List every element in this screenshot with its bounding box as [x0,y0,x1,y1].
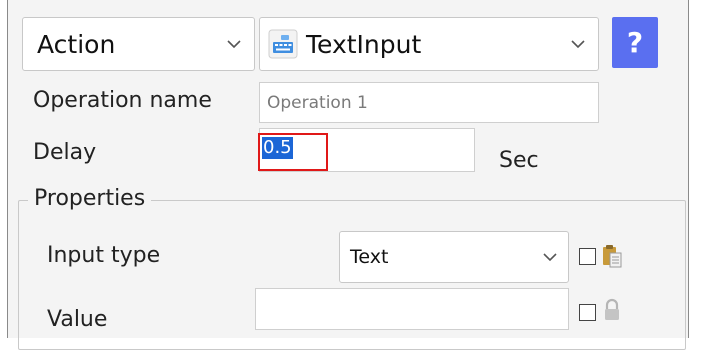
chevron-down-icon [227,40,241,49]
category-dropdown[interactable]: Action [22,17,255,71]
delay-unit-label: Sec [499,148,539,173]
input-type-checkbox[interactable] [579,248,596,265]
lock-icon [605,298,619,320]
clipboard-icon[interactable] [602,244,622,268]
keyboard-icon [268,29,298,59]
input-type-label: Input type [47,243,161,268]
help-button[interactable]: ? [612,17,658,68]
value-checkbox[interactable] [579,304,596,321]
value-input[interactable] [255,288,569,330]
operation-name-label: Operation name [33,88,212,113]
properties-group-title: Properties [28,186,152,211]
delay-value: 0.5 [262,137,293,159]
delay-label: Delay [33,140,97,165]
category-dropdown-value: Action [37,29,116,59]
chevron-down-icon [571,40,585,49]
help-button-label: ? [626,26,644,59]
input-type-dropdown-value: Text [350,246,389,268]
operation-type-dropdown[interactable]: TextInput [259,17,599,71]
chevron-down-icon [543,253,557,262]
operation-name-input[interactable]: Operation 1 [259,82,599,123]
operation-settings-panel: Action TextInput ? Operation name Operat… [7,0,689,350]
value-label: Value [47,307,108,332]
delay-input[interactable]: 0.5 [258,133,328,171]
input-type-dropdown[interactable]: Text [339,231,569,283]
operation-name-placeholder: Operation 1 [267,92,368,113]
operation-type-dropdown-value: TextInput [306,29,422,59]
